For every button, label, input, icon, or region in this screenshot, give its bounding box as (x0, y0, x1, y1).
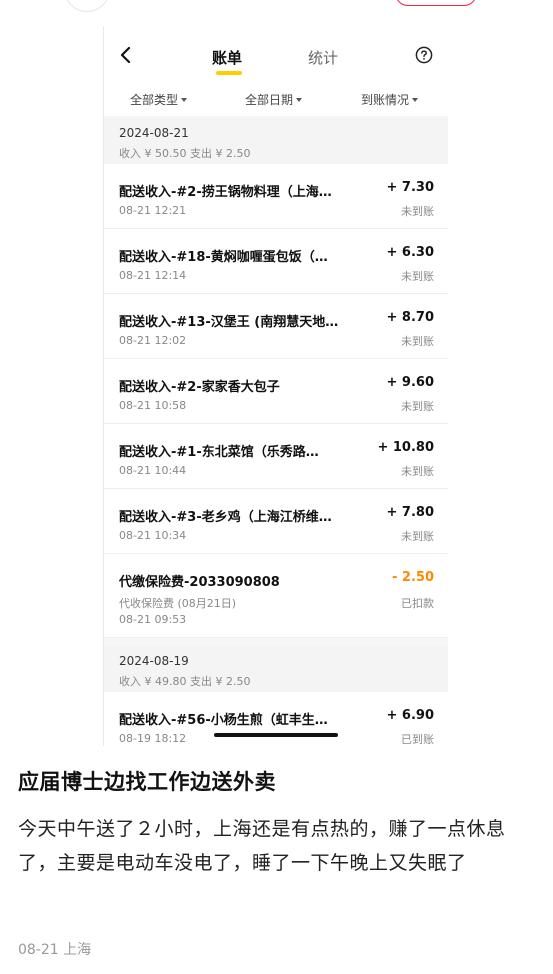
author-avatar[interactable] (64, 0, 110, 12)
filter-arrival-dropdown[interactable]: 到账情况 (361, 91, 419, 108)
bill-time: 08-21 12:02 (119, 334, 187, 347)
group-date: 2024-08-21 (119, 126, 189, 140)
bill-title: 配送收入-#56-小杨生煎（虹丰生… (119, 713, 328, 728)
bill-title: 配送收入-#1-东北菜馆（乐秀路… (119, 445, 319, 460)
post-title: 应届博士边找工作边送外卖 (18, 770, 276, 794)
bill-row[interactable]: 配送收入-#56-小杨生煎（虹丰生… 08-19 18:12 + 6.90 已到… (104, 692, 448, 746)
filter-type-dropdown[interactable]: 全部类型 (130, 91, 188, 108)
date-group-header: 2024-08-21 收入 ¥ 50.50 支出 ¥ 2.50 (104, 118, 448, 164)
bill-time: 08-21 12:14 (119, 269, 187, 282)
bill-note: 代收保险费 (08月21日) (119, 597, 237, 610)
bill-time: 08-21 10:58 (119, 399, 187, 412)
bill-amount: + 7.30 (386, 180, 435, 195)
bill-amount: + 8.70 (386, 310, 435, 325)
bill-status: 未到账 (401, 335, 434, 348)
bill-amount: + 7.80 (386, 505, 435, 520)
bill-title: 配送收入-#18-黄焖咖喱蛋包饭（… (119, 250, 328, 265)
post-body: 今天中午送了２小时，上海还是有点热的，赚了一点休息了，主要是电动车没电了，睡了一… (18, 818, 506, 874)
bill-status: 已扣款 (401, 597, 434, 610)
date-group-header: 2024-08-19 收入 ¥ 49.80 支出 ¥ 2.50 (104, 646, 448, 692)
bill-amount: + 6.30 (386, 245, 435, 260)
bill-amount: + 10.80 (377, 440, 434, 455)
post-date-location: 08-21 上海 (18, 942, 92, 958)
bill-row[interactable]: 配送收入-#13-汉堡王 (南翔慧天地… 08-21 12:02 + 8.70 … (104, 294, 448, 359)
bill-time: 08-21 09:53 (119, 613, 187, 626)
filter-date-label: 全部日期 (245, 93, 294, 107)
bill-row[interactable]: 配送收入-#2-捞王锅物料理（上海… 08-21 12:21 + 7.30 未到… (104, 164, 448, 229)
bill-time: 08-21 10:34 (119, 529, 187, 542)
bill-nav-bar: 账单 统计 (104, 26, 448, 84)
bill-row[interactable]: 配送收入-#2-家家香大包子 08-21 10:58 + 9.60 未到账 (104, 359, 448, 424)
filter-type-label: 全部类型 (130, 93, 179, 107)
bill-amount: + 9.60 (386, 375, 435, 390)
bill-row[interactable]: 代缴保险费-2033090808 代收保险费 (08月21日) 08-21 09… (104, 554, 448, 638)
group-date: 2024-08-19 (119, 654, 189, 668)
tab-stats[interactable]: 统计 (308, 47, 338, 68)
bill-status: 未到账 (401, 530, 434, 543)
bill-title: 配送收入-#13-汉堡王 (南翔慧天地… (119, 315, 339, 330)
bill-amount: + 6.90 (386, 708, 435, 723)
tab-bill[interactable]: 账单 (212, 47, 242, 68)
bill-status: 未到账 (401, 465, 434, 478)
bill-title: 配送收入-#2-家家香大包子 (119, 380, 280, 395)
bill-row[interactable]: 配送收入-#3-老乡鸡（上海江桥维… 08-21 10:34 + 7.80 未到… (104, 489, 448, 554)
filter-bar: 全部类型 全部日期 到账情况 (104, 84, 448, 116)
group-summary: 收入 ¥ 50.50 支出 ¥ 2.50 (119, 147, 251, 160)
bill-status: 已到账 (401, 733, 434, 746)
bill-row[interactable]: 配送收入-#1-东北菜馆（乐秀路… 08-21 10:44 + 10.80 未到… (104, 424, 448, 489)
bill-status: 未到账 (401, 400, 434, 413)
bill-title: 代缴保险费-2033090808 (119, 575, 280, 590)
filter-arrival-label: 到账情况 (361, 93, 410, 107)
bill-title: 配送收入-#3-老乡鸡（上海江桥维… (119, 510, 332, 525)
bill-screenshot: 账单 统计 全部类型 全部日期 到账情况 2024-08-21 收入 ¥ 50.… (103, 26, 448, 746)
question-circle-icon[interactable] (415, 46, 433, 64)
bill-amount: - 2.50 (392, 570, 434, 585)
home-indicator (214, 733, 338, 737)
bill-status: 未到账 (401, 270, 434, 283)
group-summary: 收入 ¥ 49.80 支出 ¥ 2.50 (119, 675, 251, 688)
chevron-left-icon[interactable] (118, 44, 134, 66)
follow-button[interactable] (395, 0, 477, 6)
bill-row[interactable]: 配送收入-#18-黄焖咖喱蛋包饭（… 08-21 12:14 + 6.30 未到… (104, 229, 448, 294)
caret-down-icon (296, 98, 303, 102)
bill-status: 未到账 (401, 205, 434, 218)
bill-time: 08-19 18:12 (119, 732, 187, 745)
bill-time: 08-21 12:21 (119, 204, 187, 217)
filter-date-dropdown[interactable]: 全部日期 (245, 91, 303, 108)
caret-down-icon (181, 98, 188, 102)
tab-active-indicator (216, 71, 242, 75)
bill-title: 配送收入-#2-捞王锅物料理（上海… (119, 185, 332, 200)
caret-down-icon (412, 98, 419, 102)
bill-time: 08-21 10:44 (119, 464, 187, 477)
